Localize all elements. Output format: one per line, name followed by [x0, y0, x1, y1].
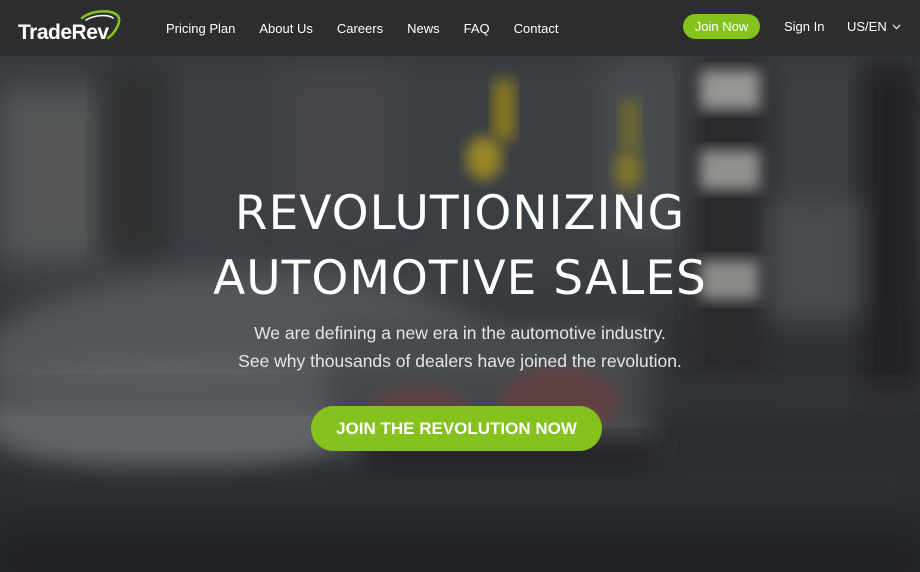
hero-subtext-line-1: We are defining a new era in the automot… [254, 323, 666, 343]
hero-subtext-line-2: See why thousands of dealers have joined… [238, 351, 682, 371]
nav-faq[interactable]: FAQ [464, 21, 490, 36]
page: TradeRev Pricing Plan About Us Careers N… [0, 0, 920, 572]
join-revolution-cta-button[interactable]: JOIN THE REVOLUTION NOW [311, 406, 602, 451]
hero-headline-line-2: AUTOMOTIVE SALES [213, 251, 707, 306]
locale-selector[interactable]: US/EN [847, 19, 901, 34]
top-navbar: TradeRev Pricing Plan About Us Careers N… [0, 0, 920, 56]
locale-label: US/EN [847, 19, 887, 34]
hero-section: REVOLUTIONIZING AUTOMOTIVE SALES We are … [0, 0, 920, 572]
main-nav: Pricing Plan About Us Careers News FAQ C… [166, 0, 582, 56]
nav-news[interactable]: News [407, 21, 440, 36]
traderev-logo[interactable]: TradeRev [18, 10, 122, 46]
sign-in-link[interactable]: Sign In [784, 19, 824, 34]
nav-contact[interactable]: Contact [514, 21, 559, 36]
nav-pricing-plan[interactable]: Pricing Plan [166, 21, 235, 36]
chevron-down-icon [892, 24, 901, 30]
logo-swoosh-icon [80, 10, 121, 40]
nav-about-us[interactable]: About Us [259, 21, 312, 36]
nav-careers[interactable]: Careers [337, 21, 383, 36]
hero-headline-line-1: REVOLUTIONIZING [234, 186, 686, 241]
join-now-button[interactable]: Join Now [683, 14, 760, 39]
